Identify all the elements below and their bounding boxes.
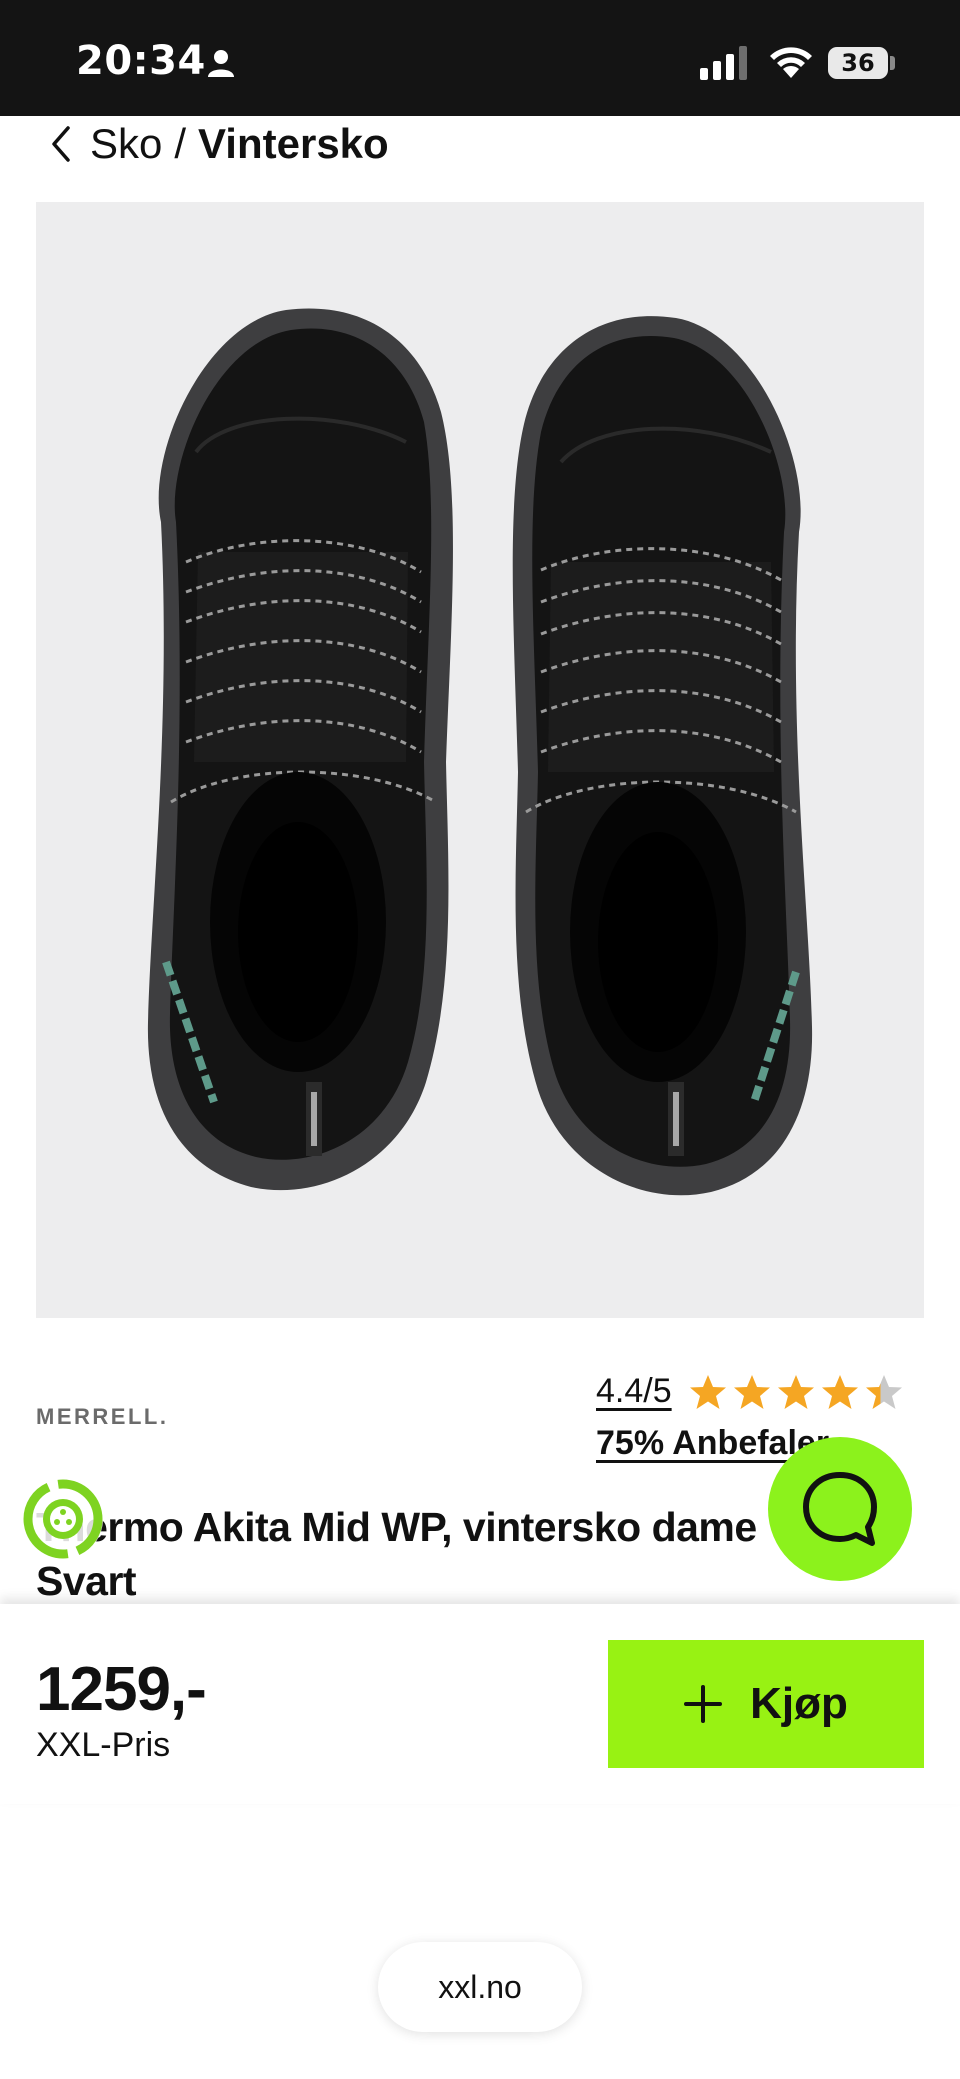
price: 1259,- xyxy=(36,1655,207,1724)
star-icon xyxy=(689,1374,726,1409)
breadcrumb: Sko / Vintersko xyxy=(46,114,389,174)
product-photo xyxy=(147,308,813,1196)
rating[interactable]: 4.4/5 xyxy=(596,1372,904,1411)
breadcrumb-current[interactable]: Vintersko xyxy=(198,120,389,168)
rating-score[interactable]: 4.4/5 xyxy=(596,1372,672,1411)
battery-tip xyxy=(890,56,895,70)
buy-button-label: Kjøp xyxy=(750,1679,848,1728)
chat-bubble-icon xyxy=(803,1472,877,1546)
buy-bar: 1259,- XXL-Pris Kjøp xyxy=(0,1604,960,1804)
product-page: 20:34 36 Sko / Vintersko MERRELL. 4.4/5 … xyxy=(0,0,960,2079)
chat-button[interactable] xyxy=(768,1437,912,1581)
right-boot-image xyxy=(512,316,813,1196)
rating-stars xyxy=(688,1373,904,1411)
brand-logo[interactable]: MERRELL. xyxy=(36,1404,168,1430)
status-time: 20:34 xyxy=(76,38,206,84)
star-icon xyxy=(865,1374,902,1409)
product-image-gallery[interactable] xyxy=(36,202,924,1318)
breadcrumb-separator: / xyxy=(174,120,187,167)
star-icon xyxy=(821,1374,858,1409)
breadcrumb-parent-link[interactable]: Sko xyxy=(90,120,162,168)
battery-icon: 36 xyxy=(828,47,888,79)
wifi-icon xyxy=(770,47,812,78)
cellular-signal-icon xyxy=(700,46,747,80)
browser-url-pill[interactable]: xxl.no xyxy=(378,1942,582,2032)
left-boot-image xyxy=(147,308,453,1191)
product-title-line-2: Svart xyxy=(36,1558,137,1604)
plus-icon xyxy=(684,1685,723,1723)
status-bar: 20:34 36 xyxy=(0,0,960,116)
star-icon xyxy=(733,1374,770,1409)
price-label: XXL-Pris xyxy=(36,1726,171,1764)
person-icon xyxy=(208,50,234,77)
chevron-left-icon[interactable] xyxy=(46,124,76,164)
buy-button[interactable]: Kjøp xyxy=(608,1640,924,1768)
star-icon xyxy=(777,1374,814,1409)
eco-recycle-icon[interactable] xyxy=(20,1476,106,1562)
